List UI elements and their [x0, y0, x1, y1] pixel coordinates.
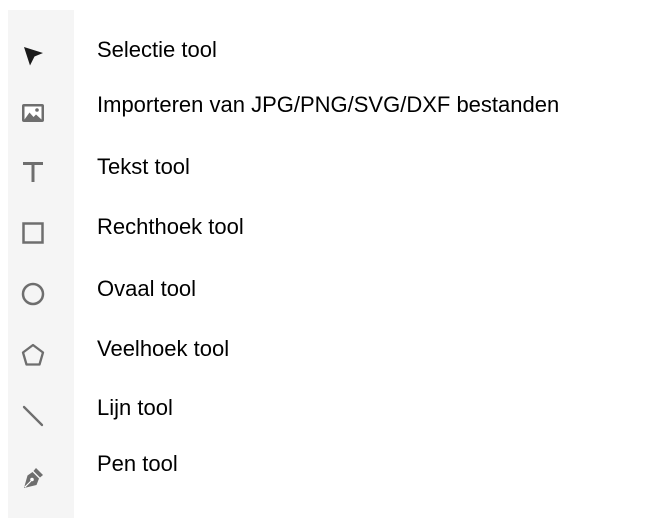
tool-label-pen: Pen tool [97, 451, 178, 476]
tool-row-rectangle[interactable]: Rechthoek tool [0, 214, 651, 272]
rectangle-icon[interactable] [18, 218, 48, 248]
tool-row-oval[interactable]: Ovaal tool [0, 276, 651, 334]
tool-row-line[interactable]: Lijn tool [0, 395, 651, 453]
tool-label-line: Lijn tool [97, 395, 173, 420]
tool-row-import[interactable]: Importeren van JPG/PNG/SVG/DXF bestanden [0, 92, 651, 150]
tool-row-polygon[interactable]: Veelhoek tool [0, 336, 651, 394]
tool-row-selection[interactable]: Selectie tool [0, 37, 651, 95]
pen-nib-icon[interactable] [18, 463, 48, 493]
tool-label-rectangle: Rechthoek tool [97, 214, 244, 239]
selection-arrow-icon[interactable] [18, 41, 48, 71]
text-t-icon[interactable] [18, 156, 48, 186]
tool-label-oval: Ovaal tool [97, 276, 197, 301]
polygon-icon[interactable] [18, 340, 48, 370]
oval-icon[interactable] [18, 279, 48, 309]
tool-label-selection: Selectie tool [97, 37, 217, 62]
image-import-icon[interactable] [18, 98, 48, 128]
tool-label-text: Tekst tool [97, 154, 190, 179]
tool-row-pen[interactable]: Pen tool [0, 451, 651, 509]
tool-label-polygon: Veelhoek tool [97, 336, 230, 361]
tool-row-text[interactable]: Tekst tool [0, 154, 651, 212]
tool-label-import: Importeren van JPG/PNG/SVG/DXF bestanden [97, 92, 560, 117]
line-icon[interactable] [18, 401, 48, 431]
